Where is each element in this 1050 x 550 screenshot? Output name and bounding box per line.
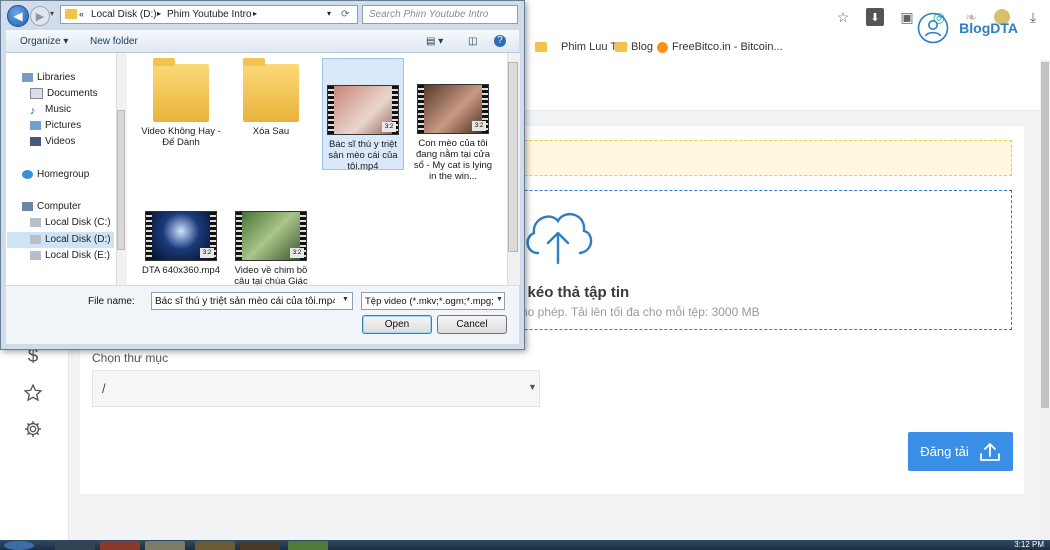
address-bar[interactable]: « Local Disk (D:) ▸ Phim Youtube Intro ▸…	[60, 5, 358, 24]
file-name: Video về chim bồ câu tại chùa Giác	[234, 265, 308, 287]
extension-icon[interactable]: ▣	[898, 8, 916, 26]
nav-item-local-disk-e[interactable]: Local Disk (E:)	[30, 248, 110, 263]
breadcrumb-separator-icon[interactable]: ▸	[157, 9, 161, 18]
breadcrumb-item[interactable]: Local Disk (D:)	[91, 9, 157, 20]
taskbar-app[interactable]	[288, 541, 328, 550]
address-dropdown-icon[interactable]: ▾	[327, 9, 331, 18]
open-button[interactable]: Open	[362, 315, 432, 334]
taskbar-app[interactable]	[100, 541, 140, 550]
folder-icon	[65, 9, 77, 22]
file-item-video[interactable]: 3:2 Con mèo của tôi đang nằm tại cửa sổ …	[412, 58, 494, 214]
file-name: Bác sĩ thú y triệt sản mèo cái của tôi.m…	[328, 139, 398, 172]
file-type-value: Tệp video (*.mkv;*.ogm;*.mpg;	[365, 296, 493, 307]
homegroup-icon	[22, 170, 33, 179]
taskbar-app[interactable]	[55, 541, 95, 550]
command-bar: Organize ▾ New folder ▤ ▾ ◫ ?	[6, 30, 519, 53]
folder-icon	[615, 42, 627, 52]
upload-button[interactable]: Đăng tải	[908, 432, 1013, 471]
new-folder-button[interactable]: New folder	[90, 36, 138, 47]
chevron-down-icon: ▼	[528, 382, 537, 392]
start-button[interactable]	[4, 541, 34, 550]
user-icon	[917, 12, 949, 44]
drop-zone-subtitle: cho phép. Tải lên tối đa cho mỗi tệp: 30…	[515, 305, 760, 319]
drive-icon	[30, 218, 41, 227]
folder-icon	[153, 58, 209, 122]
nav-scrollbar-thumb[interactable]	[117, 110, 125, 250]
folder-icon	[535, 42, 547, 52]
pictures-icon	[30, 121, 41, 130]
nav-item-local-disk-c[interactable]: Local Disk (C:)	[30, 215, 111, 230]
browser-download-icon[interactable]: ⤓	[1024, 8, 1042, 26]
video-thumbnail: 3:2	[327, 85, 399, 135]
forward-button[interactable]: ▶	[30, 6, 50, 26]
chevron-down-icon[interactable]: ▼	[342, 296, 349, 303]
recent-locations-icon[interactable]: ▾	[50, 9, 54, 18]
folder-label: Chọn thư mục	[92, 351, 169, 365]
taskbar-clock: 3:12 PM	[1014, 540, 1044, 549]
drive-icon	[30, 251, 41, 260]
download-icon[interactable]: ⬇	[866, 8, 884, 26]
refresh-icon[interactable]: ⟳	[341, 9, 349, 20]
nav-item-local-disk-d[interactable]: Local Disk (D:)	[30, 232, 111, 247]
nav-item-libraries[interactable]: Libraries	[22, 70, 75, 85]
organize-menu[interactable]: Organize ▾	[20, 36, 68, 47]
cancel-button[interactable]: Cancel	[437, 315, 507, 334]
taskbar-app[interactable]	[240, 541, 280, 550]
upload-icon	[979, 442, 1000, 461]
help-icon[interactable]: ?	[494, 35, 506, 47]
computer-icon	[22, 202, 33, 211]
drop-zone-title: c kéo thả tập tin	[515, 284, 630, 301]
star-icon[interactable]	[20, 380, 46, 406]
star-icon[interactable]: ☆	[834, 8, 852, 26]
videos-icon	[30, 137, 41, 146]
search-placeholder: Search Phim Youtube Intro	[369, 9, 489, 20]
file-name: DTA 640x360.mp4	[142, 265, 220, 276]
video-thumbnail: 3:2	[417, 84, 489, 134]
nav-item-pictures[interactable]: Pictures	[30, 118, 81, 133]
upload-button-label: Đăng tải	[920, 444, 969, 459]
folder-select-value: /	[102, 381, 106, 396]
folder-select[interactable]	[92, 370, 540, 407]
file-list-scrollbar-thumb[interactable]	[508, 62, 518, 252]
view-options-icon[interactable]: ▤ ▾	[426, 36, 443, 47]
music-icon: ♪	[30, 105, 36, 117]
page-scrollbar-thumb[interactable]	[1041, 62, 1049, 408]
file-name-label: File name:	[88, 296, 135, 307]
nav-item-videos[interactable]: Videos	[30, 134, 75, 149]
back-button[interactable]: ◀	[7, 5, 29, 27]
cloud-upload-icon	[526, 212, 593, 265]
taskbar-app[interactable]	[195, 541, 235, 550]
chevron-down-icon[interactable]: ▼	[496, 296, 503, 303]
folder-icon	[243, 58, 299, 122]
bookmark-item[interactable]: Phim Luu Trữ	[535, 41, 628, 53]
nav-item-music[interactable]: ♪ Music	[30, 102, 71, 117]
brand[interactable]: BlogDTA	[917, 12, 1018, 44]
drive-icon	[30, 235, 41, 244]
file-name-value: Bác sĩ thú y triệt sản mèo cái của tôi.m…	[155, 296, 335, 307]
bookmark-item[interactable]: FreeBitco.in - Bitcoin...	[657, 41, 783, 53]
breadcrumb-item[interactable]: Phim Youtube Intro	[167, 9, 252, 20]
file-item-folder[interactable]: Xóa Sau	[230, 58, 312, 166]
bitcoin-icon	[657, 41, 668, 53]
file-item-folder[interactable]: Video Không Hay - Để Dành	[140, 58, 222, 166]
preview-pane-icon[interactable]: ◫	[468, 36, 477, 47]
file-name: Con mèo của tôi đang nằm tại cửa sổ - My…	[413, 138, 493, 182]
file-name: Video Không Hay - Để Dành	[141, 126, 221, 148]
taskbar-app[interactable]	[145, 541, 185, 550]
breadcrumb-separator-icon[interactable]: ▸	[253, 9, 257, 18]
file-name: Xóa Sau	[252, 126, 290, 137]
breadcrumb-overflow-icon[interactable]: «	[79, 9, 84, 19]
nav-item-computer[interactable]: Computer	[22, 199, 81, 214]
gear-icon[interactable]	[20, 416, 46, 442]
video-thumbnail: 3:2	[235, 211, 307, 261]
documents-icon	[30, 88, 43, 99]
file-item-video[interactable]: 3:2 Bác sĩ thú y triệt sản mèo cái của t…	[322, 58, 404, 172]
bookmark-item[interactable]: Blog	[615, 41, 653, 53]
brand-name: BlogDTA	[959, 20, 1018, 36]
nav-item-homegroup[interactable]: Homegroup	[22, 167, 89, 182]
video-thumbnail: 3:2	[145, 211, 217, 261]
libraries-icon	[22, 73, 33, 82]
nav-item-documents[interactable]: Documents	[30, 86, 98, 101]
